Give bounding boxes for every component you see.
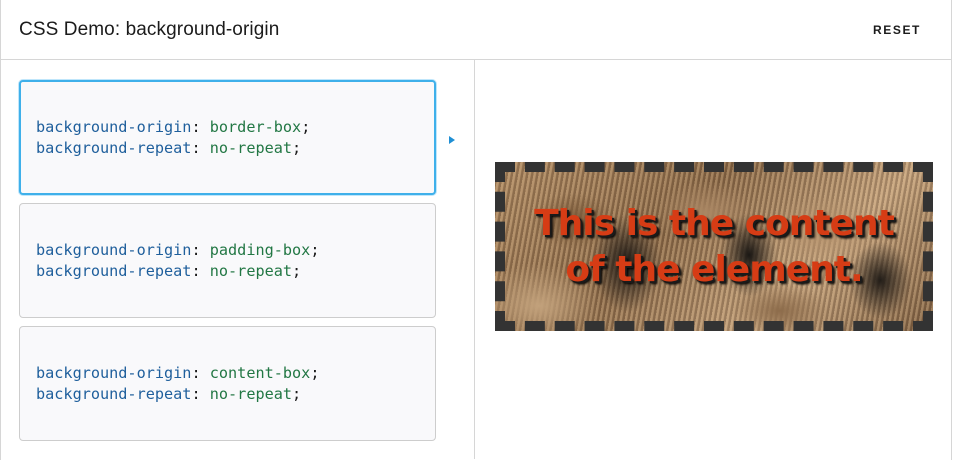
css-property: background-origin xyxy=(36,240,192,259)
choices-panel: background-origin: border-box; backgroun… xyxy=(1,60,475,459)
css-value: no-repeat xyxy=(209,261,293,280)
reset-button[interactable]: RESET xyxy=(873,19,921,41)
choice-padding-box[interactable]: background-origin: padding-box; backgrou… xyxy=(19,203,436,318)
choice-code: background-origin: padding-box; backgrou… xyxy=(36,240,320,280)
example-text: This is the content of the element. xyxy=(534,202,895,290)
css-property: background-origin xyxy=(36,363,192,382)
demo-body: background-origin: border-box; backgroun… xyxy=(1,60,951,459)
css-property: background-repeat xyxy=(36,384,192,403)
choice-code: background-origin: content-box; backgrou… xyxy=(36,363,320,403)
example-element: This is the content of the element. xyxy=(495,162,933,331)
css-property: background-repeat xyxy=(36,138,192,157)
css-value: no-repeat xyxy=(209,384,293,403)
css-value: content-box xyxy=(209,363,311,382)
css-value: no-repeat xyxy=(209,138,293,157)
triangle-right-icon xyxy=(449,136,455,144)
css-value: border-box xyxy=(209,117,302,136)
output-panel: This is the content of the element. xyxy=(475,60,951,459)
css-value: padding-box xyxy=(209,240,311,259)
css-property: background-repeat xyxy=(36,261,192,280)
page-title: CSS Demo: background-origin xyxy=(19,18,280,40)
header: CSS Demo: background-origin RESET xyxy=(1,0,951,60)
css-property: background-origin xyxy=(36,117,192,136)
choice-code: background-origin: border-box; backgroun… xyxy=(36,117,311,157)
choice-content-box[interactable]: background-origin: content-box; backgrou… xyxy=(19,326,436,441)
choice-border-box[interactable]: background-origin: border-box; backgroun… xyxy=(19,80,436,195)
demo-frame: CSS Demo: background-origin RESET backgr… xyxy=(0,0,952,460)
